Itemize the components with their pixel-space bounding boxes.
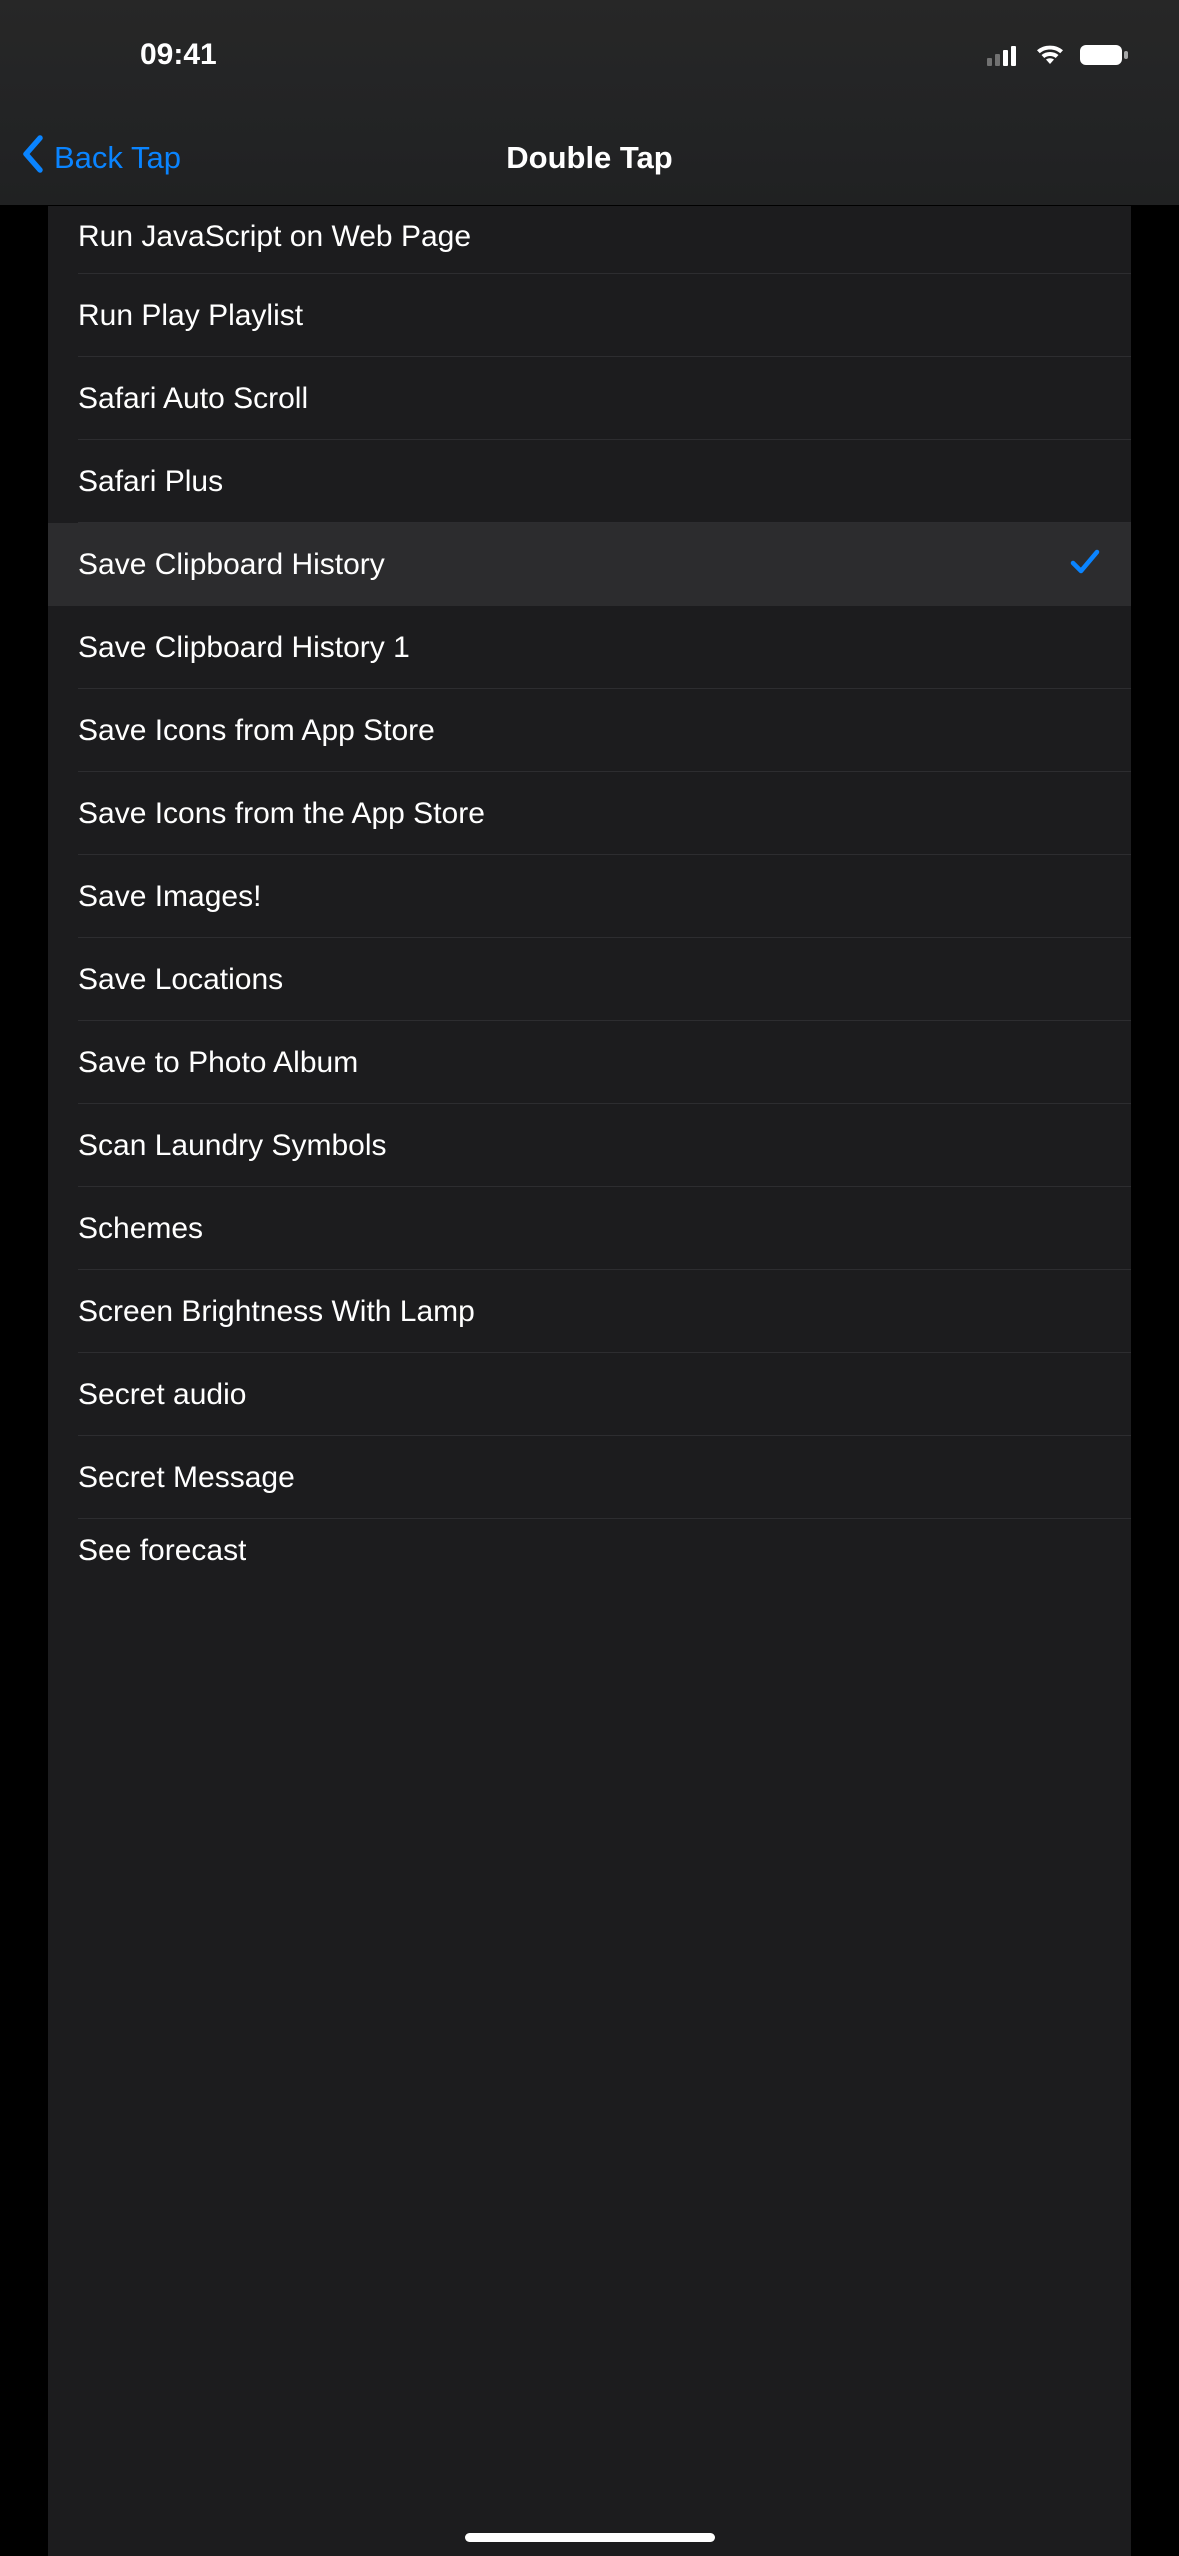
list-item-label: Safari Plus <box>78 465 223 499</box>
list-item-label: Save Clipboard History 1 <box>78 631 410 665</box>
list-item[interactable]: Secret Message <box>48 1436 1131 1519</box>
list-item[interactable]: Safari Auto Scroll <box>48 357 1131 440</box>
list-item-label: Save Images! <box>78 880 261 914</box>
list-item[interactable]: Save Images! <box>48 855 1131 938</box>
list-item[interactable]: Save Clipboard History 1 <box>48 606 1131 689</box>
list-item[interactable]: See forecast <box>48 1519 1131 1583</box>
list-item-label: Schemes <box>78 1212 203 1246</box>
list-item-label: Secret Message <box>78 1461 295 1495</box>
nav-bar: Back Tap Double Tap <box>0 110 1179 206</box>
list-item-label: Save Locations <box>78 963 283 997</box>
status-time: 09:41 <box>140 38 217 72</box>
list-item-label: Save Clipboard History <box>78 548 385 582</box>
list-item-label: Scan Laundry Symbols <box>78 1129 387 1163</box>
list-item[interactable]: Save Icons from App Store <box>48 689 1131 772</box>
status-indicators <box>987 43 1129 67</box>
list-item-label: Save to Photo Album <box>78 1046 358 1080</box>
list-item-label: Save Icons from App Store <box>78 714 435 748</box>
list-item[interactable]: Secret audio <box>48 1353 1131 1436</box>
wifi-icon <box>1035 44 1065 66</box>
list-item[interactable]: Save Icons from the App Store <box>48 772 1131 855</box>
list-item-label: Secret audio <box>78 1378 246 1412</box>
list-item[interactable]: Save to Photo Album <box>48 1021 1131 1104</box>
back-button[interactable]: Back Tap <box>0 135 181 181</box>
battery-icon <box>1079 43 1129 67</box>
list-item-label: Screen Brightness With Lamp <box>78 1295 475 1329</box>
list-item-selected[interactable]: Save Clipboard History <box>48 523 1131 606</box>
list-item[interactable]: Run JavaScript on Web Page <box>48 206 1131 274</box>
list-item-label: Run Play Playlist <box>78 299 303 333</box>
list-item-label: Save Icons from the App Store <box>78 797 485 831</box>
list-item[interactable]: Schemes <box>48 1187 1131 1270</box>
cellular-icon <box>987 44 1021 66</box>
chevron-left-icon <box>22 135 44 181</box>
list-item-label: Run JavaScript on Web Page <box>78 220 471 254</box>
list-item[interactable]: Safari Plus <box>48 440 1131 523</box>
list-item[interactable]: Scan Laundry Symbols <box>48 1104 1131 1187</box>
home-indicator[interactable] <box>465 2533 715 2542</box>
list-item[interactable]: Save Locations <box>48 938 1131 1021</box>
status-bar: 09:41 <box>0 0 1179 110</box>
options-list[interactable]: Run JavaScript on Web Page Run Play Play… <box>48 206 1131 2556</box>
back-label: Back Tap <box>54 140 181 176</box>
list-item[interactable]: Screen Brightness With Lamp <box>48 1270 1131 1353</box>
list-item-label: See forecast <box>78 1534 246 1568</box>
checkmark-icon <box>1069 546 1101 583</box>
list-item-label: Safari Auto Scroll <box>78 382 308 416</box>
list-item[interactable]: Run Play Playlist <box>48 274 1131 357</box>
